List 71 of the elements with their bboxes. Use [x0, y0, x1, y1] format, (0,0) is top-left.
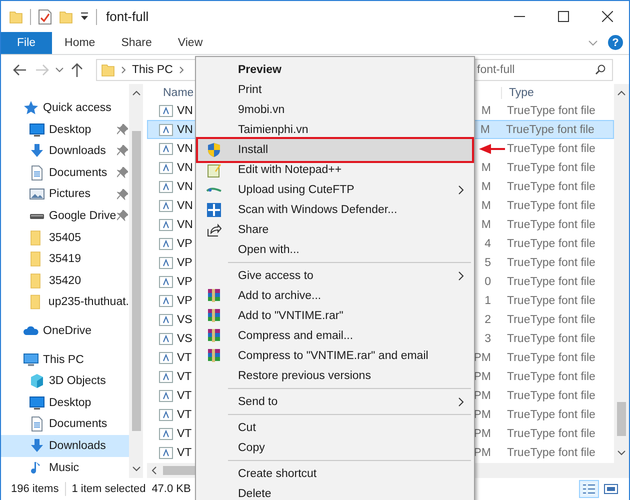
file-name: VP [177, 256, 192, 269]
file-type: TrueType font file [507, 238, 596, 250]
file-type: TrueType font file [507, 428, 596, 440]
file-type: TrueType font file [507, 200, 596, 212]
file-name: VN [177, 142, 193, 155]
nav-label: 35419 [49, 253, 81, 266]
date-modified: 5 [484, 256, 491, 269]
file-name: VN [177, 200, 193, 212]
file-name: VN [177, 124, 193, 136]
file-name: VT [177, 446, 192, 459]
file-type: TrueType font file [507, 390, 596, 402]
date-modified: M [480, 124, 490, 136]
nav-label: 35405 [49, 232, 81, 244]
file-type: TrueType font file [507, 104, 596, 117]
file-type: TrueType font file [507, 352, 596, 364]
date-modified: 2 [484, 314, 491, 326]
file-name: VN [177, 162, 193, 174]
file-type: TrueType font file [507, 180, 596, 193]
file-type: TrueType font file [507, 218, 596, 231]
file-name: VT [177, 370, 192, 383]
nav-label: Desktop [49, 396, 92, 409]
nav-label: Desktop [49, 124, 92, 136]
file-name: VT [177, 428, 192, 440]
nav-label: 3D Objects [49, 375, 106, 388]
file-name: VT [177, 390, 192, 402]
file-type: TrueType font file [507, 332, 596, 345]
file-type: TrueType font file [507, 446, 596, 459]
file-name: VN [177, 104, 193, 117]
file-name: VP [177, 276, 192, 288]
file-name: VN [177, 180, 193, 193]
nav-label: Downloads [49, 145, 106, 158]
selection-info: 1 item selected [72, 483, 146, 496]
date-modified: M [481, 200, 491, 212]
nav-label: Google Drive [49, 210, 116, 222]
nav-label: This PC [43, 354, 84, 366]
file-type: TrueType font file [507, 314, 596, 326]
nav-label: 35420 [49, 274, 81, 287]
file-name: VT [177, 408, 192, 421]
nav-label: Downloads [49, 440, 106, 452]
file-type: TrueType font file [507, 408, 596, 421]
file-name: VS [177, 332, 192, 345]
date-modified: 0 [484, 276, 491, 288]
item-count: 196 items [11, 483, 59, 496]
nav-label: Documents [49, 418, 108, 430]
file-type: TrueType font file [507, 276, 596, 288]
nav-label: up235-thuthuat. [48, 296, 129, 308]
nav-label: Documents [49, 166, 108, 179]
date-modified: 4 [484, 238, 491, 250]
nav-label: Pictures [49, 188, 91, 200]
file-type: TrueType font file [507, 162, 596, 174]
date-modified: M [481, 218, 491, 231]
file-type: TrueType font file [507, 256, 596, 269]
date-modified: 1 [484, 294, 491, 307]
file-type: TrueType font file [507, 370, 596, 383]
date-modified: M [481, 180, 491, 193]
file-name: VS [177, 314, 192, 326]
nav-label: Music [49, 462, 80, 474]
file-type: TrueType font file [506, 124, 596, 136]
file-type: TrueType font file [507, 142, 596, 155]
date-modified: M [481, 104, 491, 117]
file-name: VP [177, 238, 192, 250]
date-modified: M [481, 162, 491, 174]
nav-label: OneDrive [43, 325, 92, 338]
selection-size: 47.0 KB [152, 483, 191, 496]
file-name: VT [177, 352, 192, 364]
nav-label: Quick access [43, 102, 112, 114]
date-modified: 3 [484, 332, 491, 345]
file-name: VN [177, 218, 193, 231]
file-name: VP [177, 294, 192, 307]
window-title: font-full [106, 9, 149, 24]
file-type: TrueType font file [507, 294, 596, 307]
